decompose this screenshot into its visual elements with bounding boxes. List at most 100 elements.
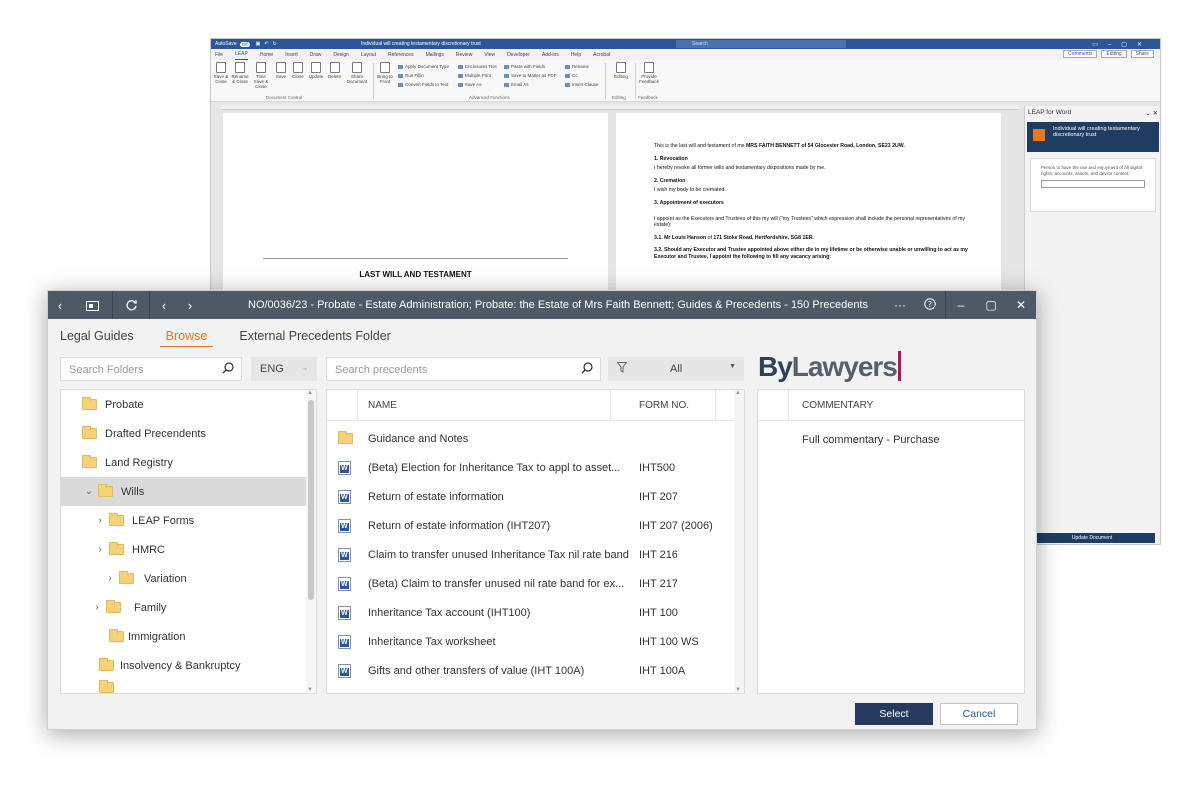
cc-button[interactable]: Cc bbox=[565, 73, 578, 78]
tree-item-drafted-precedents[interactable]: Drafted Precendents bbox=[61, 419, 307, 448]
ribbon-time-save-close-button[interactable]: Time Save & Close bbox=[251, 62, 271, 89]
maximize-icon[interactable]: ▢ bbox=[976, 298, 1006, 312]
search-precedents-input[interactable]: Search precedents bbox=[326, 357, 601, 381]
column-form-no-header[interactable]: FORM NO. bbox=[639, 400, 689, 411]
tree-item-family[interactable]: › Family bbox=[61, 593, 307, 622]
back-icon[interactable]: ‹ bbox=[48, 291, 72, 319]
precedent-row[interactable]: (Beta) Claim to transfer unused nil rate… bbox=[327, 570, 735, 599]
tab-external-precedents[interactable]: External Precedents Folder bbox=[239, 329, 390, 347]
word-search-input[interactable]: Search bbox=[676, 40, 846, 48]
refresh-icon[interactable] bbox=[113, 291, 149, 319]
word-tab-design[interactable]: Design bbox=[333, 52, 349, 60]
close-icon[interactable]: ✕ bbox=[1006, 298, 1036, 312]
tree-item-land-registry[interactable]: Land Registry bbox=[61, 448, 307, 477]
convert-fields-button[interactable]: Convert Fields to Text bbox=[398, 82, 448, 87]
precedent-list-scrollbar[interactable]: ▲ ▼ bbox=[734, 390, 744, 693]
update-document-button[interactable]: Update Document bbox=[1029, 533, 1155, 543]
insert-clause-button[interactable]: Insert Clause bbox=[565, 82, 599, 87]
save-to-matter-pdf-button[interactable]: Save to Matter as PDF bbox=[504, 73, 557, 78]
tree-item-variation[interactable]: › Variation bbox=[61, 564, 307, 593]
apply-document-type-button[interactable]: Apply Document Type bbox=[398, 64, 449, 69]
chevron-right-icon[interactable]: › bbox=[92, 602, 102, 613]
ribbon-share-document-button[interactable]: Share Document bbox=[345, 62, 369, 84]
chevron-right-icon[interactable]: › bbox=[105, 573, 115, 584]
minimize-icon[interactable]: – bbox=[946, 298, 976, 312]
folder-tree-scrollbar[interactable]: ▲ ▼ bbox=[306, 390, 316, 693]
rename-button[interactable]: Rename bbox=[565, 64, 589, 69]
select-button[interactable]: Select bbox=[855, 703, 933, 725]
word-tab-references[interactable]: References bbox=[388, 52, 414, 60]
pane-close-icon[interactable]: ⌄ ✕ bbox=[1145, 109, 1158, 117]
ribbon-delete-button[interactable]: Delete bbox=[327, 62, 342, 79]
share-button[interactable]: Share bbox=[1130, 50, 1154, 58]
word-tab-developer[interactable]: Developer bbox=[507, 52, 530, 60]
autosave-label[interactable]: AutoSave bbox=[215, 41, 237, 47]
precedent-row[interactable]: Inheritance Tax worksheetIHT 100 WS bbox=[327, 628, 735, 657]
tree-item-wills[interactable]: ⌄ Wills bbox=[61, 477, 307, 506]
ribbon-editing-button[interactable]: Editing bbox=[609, 62, 633, 79]
precedent-row[interactable]: Inheritance Tax account (IHT100)IHT 100 bbox=[327, 599, 735, 628]
chevron-right-icon[interactable]: › bbox=[95, 544, 105, 555]
save-icon[interactable]: ▣ bbox=[256, 41, 261, 47]
word-tab-view[interactable]: View bbox=[484, 52, 495, 60]
precedent-row[interactable]: Return of estate information (IHT207)IHT… bbox=[327, 512, 735, 541]
ribbon-save-close-button[interactable]: Save & Close bbox=[213, 62, 229, 84]
redo-icon[interactable]: ↻ bbox=[273, 41, 277, 47]
word-tab-mailings[interactable]: Mailings bbox=[426, 52, 444, 60]
save-as-button[interactable]: Save As bbox=[458, 82, 482, 87]
ribbon-provide-feedback-button[interactable]: Provide Feedback bbox=[637, 62, 661, 84]
tree-item-immigration[interactable]: Immigration bbox=[61, 622, 307, 651]
nav-forward-icon[interactable]: › bbox=[178, 291, 202, 319]
word-tab-file[interactable]: File bbox=[215, 52, 223, 60]
column-name-header[interactable]: NAME bbox=[368, 400, 397, 411]
language-select[interactable]: ENG ⌄ bbox=[251, 357, 317, 381]
precedent-row[interactable]: Guidance and Notes bbox=[327, 425, 735, 454]
word-tab-leap[interactable]: LEAP bbox=[235, 51, 248, 60]
more-options-icon[interactable]: ··· bbox=[885, 298, 915, 312]
tree-item-hmrc[interactable]: › HMRC bbox=[61, 535, 307, 564]
email-as-button[interactable]: Email As bbox=[504, 82, 529, 87]
word-tab-draw[interactable]: Draw bbox=[310, 52, 322, 60]
precedent-row[interactable]: Claim to transfer unused Inheritance Tax… bbox=[327, 541, 735, 570]
ribbon-update-button[interactable]: Update bbox=[308, 62, 324, 79]
chevron-right-icon[interactable]: › bbox=[95, 515, 105, 526]
ribbon-bring-to-front-button[interactable]: Bring to Front bbox=[376, 62, 394, 84]
tab-browse[interactable]: Browse bbox=[159, 329, 214, 347]
filter-select[interactable]: All ▼ bbox=[608, 357, 744, 381]
ribbon-rename-close-button[interactable]: Rename & Close bbox=[231, 62, 249, 84]
word-tab-help[interactable]: Help bbox=[571, 52, 581, 60]
search-folders-icon[interactable] bbox=[222, 362, 234, 374]
editing-button[interactable]: Editing bbox=[1101, 50, 1127, 58]
folder-view-icon[interactable] bbox=[72, 291, 112, 319]
tree-item-probate[interactable]: Probate bbox=[61, 390, 307, 419]
ribbon-save-button[interactable]: Save bbox=[274, 62, 288, 79]
autosave-toggle[interactable]: Off bbox=[239, 41, 250, 47]
commentary-item[interactable]: Full commentary - Purchase bbox=[802, 434, 940, 446]
chevron-down-icon[interactable]: ⌄ bbox=[84, 486, 94, 497]
word-tab-review[interactable]: Review bbox=[456, 52, 472, 60]
nav-back-icon[interactable]: ‹ bbox=[150, 291, 178, 319]
precedent-row[interactable]: Return of estate informationIHT 207 bbox=[327, 483, 735, 512]
help-icon[interactable]: ? bbox=[915, 297, 945, 313]
search-folders-input[interactable]: Search Folders bbox=[60, 357, 242, 381]
search-precedents-icon[interactable] bbox=[581, 362, 593, 374]
word-tab-acrobat[interactable]: Acrobat bbox=[593, 52, 610, 60]
word-tab-insert[interactable]: Insert bbox=[285, 52, 298, 60]
word-tab-addins[interactable]: Add-ins bbox=[542, 52, 559, 60]
precedent-row[interactable]: (Beta) Election for Inheritance Tax to a… bbox=[327, 454, 735, 483]
word-window-controls[interactable]: ▭–▢✕ bbox=[1092, 41, 1152, 48]
word-tab-home[interactable]: Home bbox=[260, 52, 273, 60]
tab-legal-guides[interactable]: Legal Guides bbox=[60, 329, 134, 347]
tree-item-leap-forms[interactable]: › LEAP Forms bbox=[61, 506, 307, 535]
run-fillin-button[interactable]: Run Fillin bbox=[398, 73, 424, 78]
enclosures-text-button[interactable]: Enclosures Text bbox=[458, 64, 497, 69]
precedent-row[interactable]: Gifts and other transfers of value (IHT … bbox=[327, 657, 735, 686]
undo-icon[interactable]: ↶ bbox=[264, 41, 268, 47]
ribbon-close-button[interactable]: Close bbox=[291, 62, 305, 79]
leap-field-input[interactable] bbox=[1041, 180, 1145, 188]
word-tab-layout[interactable]: Layout bbox=[361, 52, 376, 60]
comments-button[interactable]: Comments bbox=[1063, 50, 1098, 58]
multiple-print-button[interactable]: Multiple Print bbox=[458, 73, 491, 78]
paste-with-fields-button[interactable]: Paste with Fields bbox=[504, 64, 545, 69]
tree-item-insolvency[interactable]: Insolvency & Bankruptcy bbox=[61, 651, 307, 680]
